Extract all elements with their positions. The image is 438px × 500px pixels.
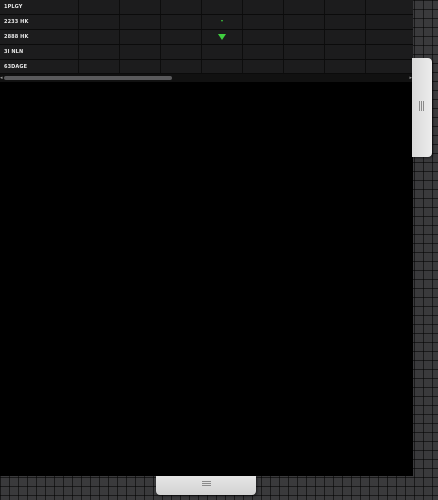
quote-grid: 1PLGY 2233 HK 2888 HK 3I NLN 63DAGE [0,0,413,74]
grid-cell[interactable] [284,60,325,73]
symbol-label: 2888 HK [0,30,79,44]
workspace: 1PLGY 2233 HK 2888 HK 3I NLN 63DAGE ◂ ▸ [0,0,438,500]
grid-cell[interactable] [325,45,366,59]
grid-cell[interactable] [120,30,161,44]
symbol-label: 1PLGY [0,0,79,14]
grid-cell[interactable] [284,45,325,59]
grid-cell[interactable] [325,30,366,44]
side-panel-handle[interactable] [412,58,432,157]
symbol-label: 2233 HK [0,15,79,29]
table-row[interactable]: 2888 HK [0,30,413,45]
grid-cell[interactable] [161,45,202,59]
grid-cell[interactable] [243,0,284,14]
grid-cell[interactable] [120,45,161,59]
grid-cell[interactable] [161,30,202,44]
grid-cell[interactable] [366,45,413,59]
grid-cell[interactable] [161,60,202,73]
grid-cell[interactable] [243,45,284,59]
grid-cell[interactable] [120,0,161,14]
table-row[interactable]: 2233 HK [0,15,413,30]
grid-cell[interactable] [79,0,120,14]
grid-cell[interactable] [161,0,202,14]
grid-cell[interactable] [366,15,413,29]
grid-cell[interactable] [79,45,120,59]
grid-cell[interactable] [243,15,284,29]
grid-cell[interactable] [366,60,413,73]
grid-cell[interactable] [161,15,202,29]
grid-cell[interactable] [79,60,120,73]
scrollbar-thumb[interactable] [4,76,172,80]
grid-cell[interactable] [120,60,161,73]
grid-cell[interactable] [120,15,161,29]
grid-cell[interactable] [243,30,284,44]
table-row[interactable]: 1PLGY [0,0,413,15]
grid-cell[interactable] [284,15,325,29]
grid-cell[interactable] [202,45,243,59]
grid-cell[interactable] [79,15,120,29]
grid-cell[interactable] [366,0,413,14]
main-panel: 1PLGY 2233 HK 2888 HK 3I NLN 63DAGE ◂ ▸ [0,0,413,476]
grid-cell[interactable] [366,30,413,44]
scroll-left-icon[interactable]: ◂ [0,75,3,81]
horizontal-scrollbar[interactable]: ◂ ▸ [0,74,413,82]
grid-cell[interactable] [202,60,243,73]
grid-cell[interactable] [284,30,325,44]
bottom-panel-handle[interactable] [156,476,256,495]
grid-cell[interactable] [202,0,243,14]
grid-cell[interactable] [202,15,243,29]
table-row[interactable]: 3I NLN [0,45,413,60]
down-triangle-icon [218,34,226,40]
vertical-grip-icon [419,101,425,111]
grid-cell[interactable] [243,60,284,73]
grid-cell[interactable] [325,15,366,29]
grid-cell[interactable] [284,0,325,14]
grid-cell[interactable] [79,30,120,44]
symbol-label: 63DAGE [0,60,79,73]
down-triangle-icon [221,20,223,22]
grid-cell[interactable] [325,0,366,14]
grid-cell[interactable] [325,60,366,73]
table-row[interactable]: 63DAGE [0,60,413,74]
symbol-label: 3I NLN [0,45,79,59]
grid-cell[interactable] [202,30,243,44]
horizontal-grip-icon [202,481,211,487]
